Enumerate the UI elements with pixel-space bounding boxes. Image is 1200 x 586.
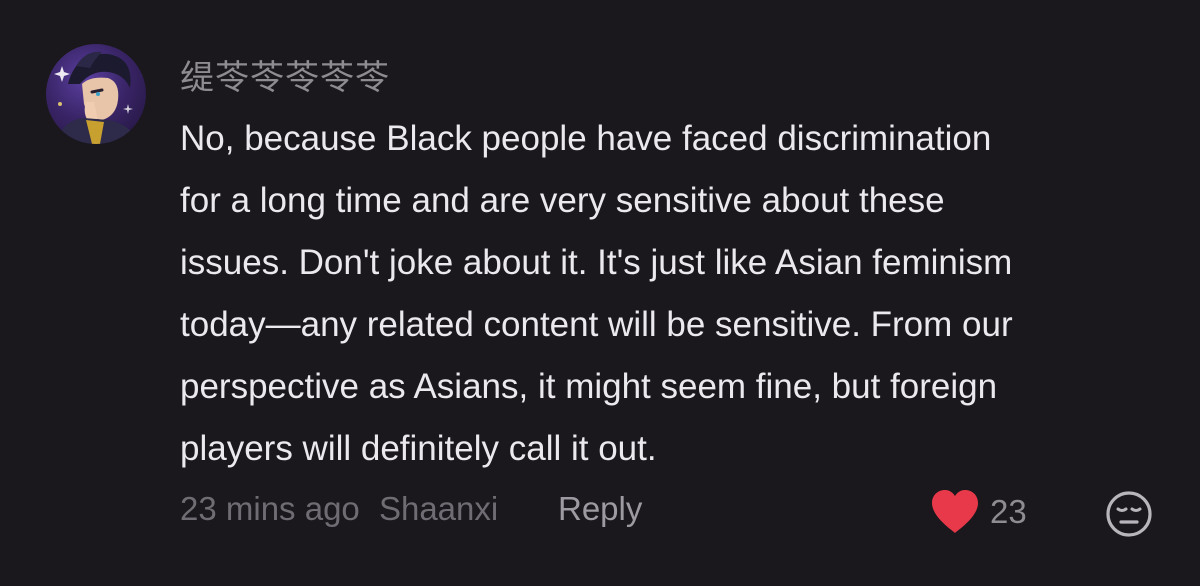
avatar-image bbox=[54, 51, 138, 144]
comment-line: for a long time and are very sensitive a… bbox=[180, 181, 945, 220]
comment-item: 缇苓苓苓苓苓 No, because Black people have fac… bbox=[0, 0, 1200, 586]
like-button[interactable]: 23 bbox=[930, 488, 1027, 536]
neutral-face-icon bbox=[1106, 491, 1152, 537]
comment-line: perspective as Asians, it might seem fin… bbox=[180, 367, 998, 406]
comment-meta: 23 mins ago Shaanxi bbox=[180, 490, 498, 528]
comment-line: issues. Don't joke about it. It's just l… bbox=[180, 243, 1013, 282]
timestamp: 23 mins ago bbox=[180, 490, 360, 527]
avatar[interactable] bbox=[46, 44, 146, 144]
like-count: 23 bbox=[990, 493, 1027, 530]
comment-line: players will definitely call it out. bbox=[180, 429, 657, 468]
comment-text: No, because Black people have faced disc… bbox=[180, 108, 1180, 480]
comment-line: No, because Black people have faced disc… bbox=[180, 119, 992, 158]
reply-button[interactable]: Reply bbox=[558, 490, 642, 528]
username[interactable]: 缇苓苓苓苓苓 bbox=[180, 50, 390, 99]
comment-line: today—any related content will be sensit… bbox=[180, 305, 1013, 344]
dislike-button[interactable] bbox=[1104, 489, 1154, 539]
heart-icon bbox=[932, 490, 978, 533]
location: Shaanxi bbox=[378, 490, 499, 527]
